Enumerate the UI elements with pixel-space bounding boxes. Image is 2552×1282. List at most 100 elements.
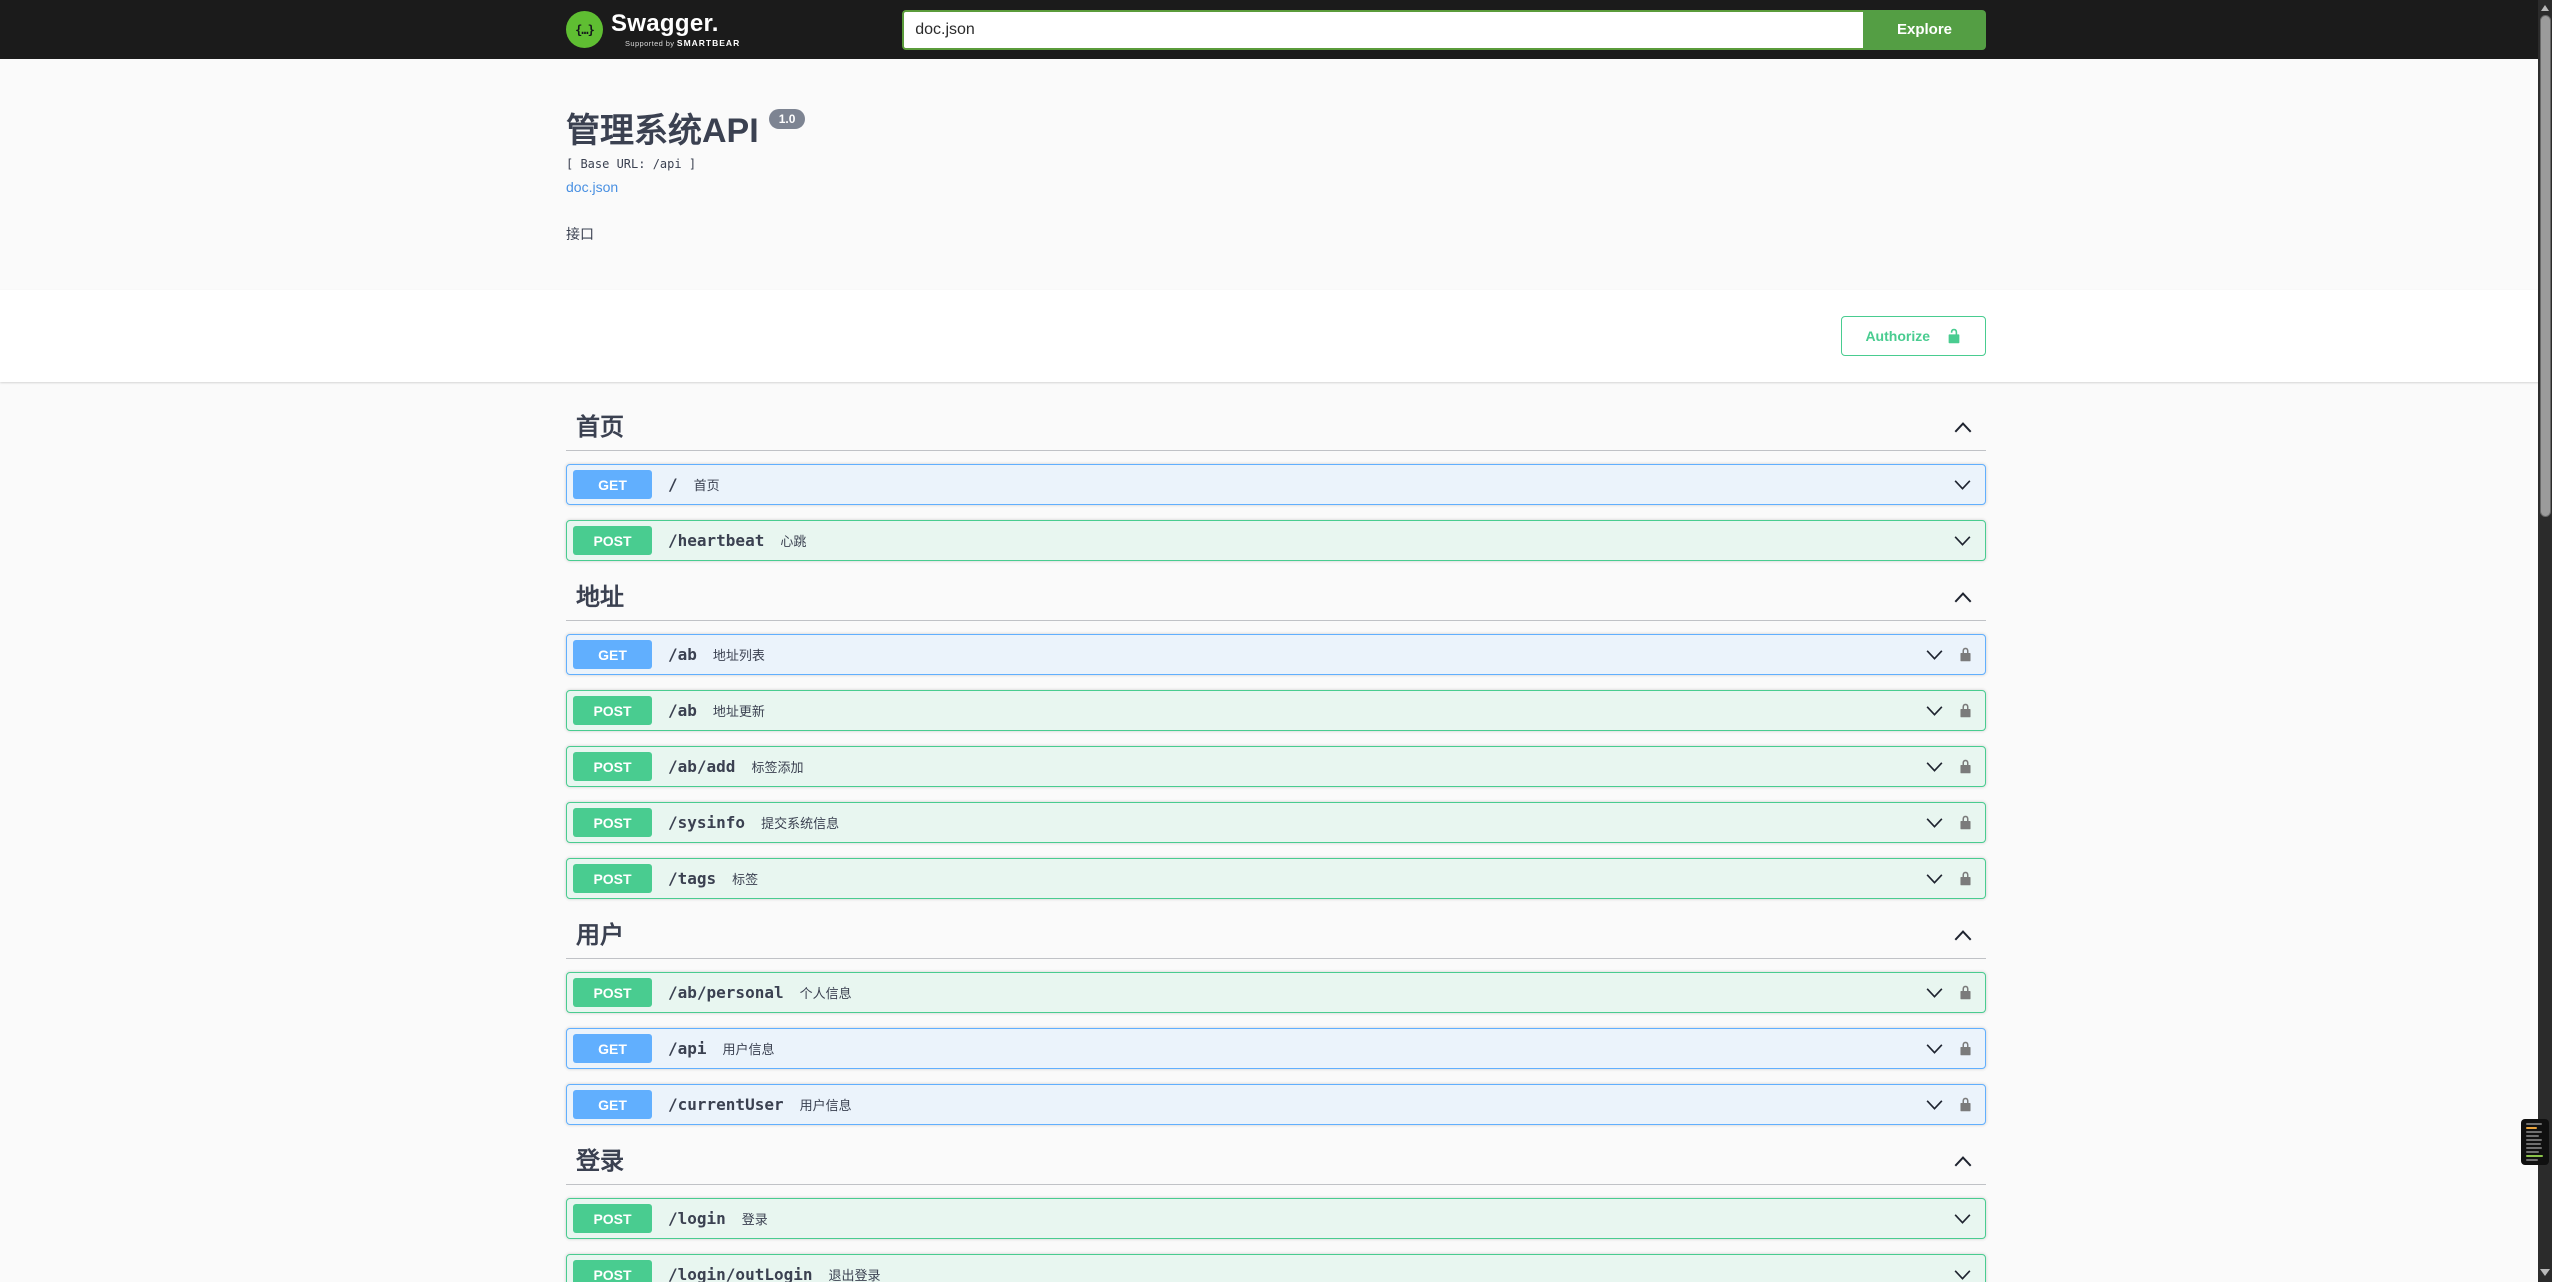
chevron-down-icon bbox=[1926, 818, 1943, 828]
scheme-container: Authorize bbox=[0, 290, 2552, 382]
operations-list: POST /ab/personal 个人信息 GET /api 用户信息 GET… bbox=[566, 959, 1986, 1125]
operation-path: / bbox=[668, 475, 678, 494]
operations-list: GET /ab 地址列表 POST /ab 地址更新 POST /ab/add … bbox=[566, 621, 1986, 899]
arrow-up-icon bbox=[2541, 5, 2549, 11]
lock-icon bbox=[1960, 985, 1971, 1000]
operation-row[interactable]: GET /ab 地址列表 bbox=[566, 634, 1986, 675]
operation-path: /login bbox=[668, 1209, 726, 1228]
spec-url-bar: Explore bbox=[902, 9, 1986, 50]
scroll-marker-overlay bbox=[2521, 1119, 2549, 1165]
page-title: 管理系统API 1.0 bbox=[566, 109, 1986, 151]
auth-lock-button[interactable] bbox=[1958, 757, 1973, 776]
tag-section: 地址 GET /ab 地址列表 POST /ab 地址更新 POST /ab/a… bbox=[566, 576, 1986, 899]
operation-row[interactable]: POST /login 登录 bbox=[566, 1198, 1986, 1239]
lock-icon bbox=[1960, 1097, 1971, 1112]
operation-summary: 个人信息 bbox=[799, 986, 852, 1001]
chevron-down-icon bbox=[1926, 874, 1943, 884]
chevron-down-icon bbox=[1926, 650, 1943, 660]
operation-summary: 用户信息 bbox=[722, 1042, 775, 1057]
operation-row[interactable]: POST /heartbeat 心跳 bbox=[566, 520, 1986, 561]
operation-row[interactable]: POST /ab/add 标签添加 bbox=[566, 746, 1986, 787]
operation-summary: 地址列表 bbox=[712, 648, 765, 663]
operation-row[interactable]: POST /ab 地址更新 bbox=[566, 690, 1986, 731]
lock-icon bbox=[1960, 759, 1971, 774]
api-info: 管理系统API 1.0 [ Base URL: /api ] doc.json … bbox=[546, 59, 2006, 290]
spec-url-input[interactable] bbox=[902, 9, 1863, 50]
spec-link[interactable]: doc.json bbox=[566, 179, 618, 195]
operation-path: /api bbox=[668, 1039, 707, 1058]
operation-summary: 标签添加 bbox=[751, 760, 804, 775]
operation-row[interactable]: POST /tags 标签 bbox=[566, 858, 1986, 899]
auth-lock-button[interactable] bbox=[1958, 645, 1973, 664]
authorize-button[interactable]: Authorize bbox=[1841, 316, 1986, 356]
method-badge: POST bbox=[573, 1204, 652, 1233]
operation-path: /ab/personal bbox=[668, 983, 784, 1002]
version-badge: 1.0 bbox=[768, 109, 806, 129]
lock-icon bbox=[1960, 647, 1971, 662]
chevron-down-icon bbox=[1954, 480, 1971, 490]
operation-summary: 退出登录 bbox=[828, 1268, 881, 1282]
auth-lock-button[interactable] bbox=[1958, 1095, 1973, 1114]
method-badge: POST bbox=[573, 526, 652, 555]
unlock-icon bbox=[1948, 328, 1960, 344]
tag-section: 首页 GET / 首页 POST /heartbeat 心跳 bbox=[566, 406, 1986, 561]
operation-summary: 首页 bbox=[693, 478, 720, 493]
chevron-down-icon bbox=[1954, 1214, 1971, 1224]
method-badge: GET bbox=[573, 1034, 652, 1063]
method-badge: POST bbox=[573, 978, 652, 1007]
auth-lock-button[interactable] bbox=[1958, 1039, 1973, 1058]
lock-icon bbox=[1960, 815, 1971, 830]
scrollbar-arrow-up[interactable] bbox=[2538, 0, 2552, 16]
auth-lock-button[interactable] bbox=[1958, 813, 1973, 832]
operation-row[interactable]: GET /api 用户信息 bbox=[566, 1028, 1986, 1069]
lock-icon bbox=[1960, 1041, 1971, 1056]
chevron-down-icon bbox=[1926, 762, 1943, 772]
operation-summary: 标签 bbox=[732, 872, 759, 887]
operation-path: /tags bbox=[668, 869, 717, 888]
tag-section: 登录 POST /login 登录 POST /login/outLogin 退… bbox=[566, 1140, 1986, 1282]
arrow-down-icon bbox=[2540, 1268, 2550, 1276]
tag-title: 登录 bbox=[576, 1148, 624, 1175]
method-badge: GET bbox=[573, 1090, 652, 1119]
operation-summary: 提交系统信息 bbox=[761, 816, 840, 831]
operation-path: /ab bbox=[668, 701, 697, 720]
operation-summary: 心跳 bbox=[780, 534, 807, 549]
method-badge: GET bbox=[573, 640, 652, 669]
chevron-down-icon bbox=[1926, 1044, 1943, 1054]
auth-lock-button[interactable] bbox=[1958, 983, 1973, 1002]
explore-button[interactable]: Explore bbox=[1863, 9, 1986, 50]
method-badge: POST bbox=[573, 808, 652, 837]
auth-lock-button[interactable] bbox=[1958, 869, 1973, 888]
chevron-up-icon bbox=[1954, 930, 1972, 941]
operation-row[interactable]: GET /currentUser 用户信息 bbox=[566, 1084, 1986, 1125]
brand-name: Swagger. bbox=[611, 9, 719, 37]
operation-summary: 登录 bbox=[741, 1212, 768, 1227]
operation-path: /login/outLogin bbox=[668, 1265, 813, 1282]
method-badge: POST bbox=[573, 864, 652, 893]
operation-path: /heartbeat bbox=[668, 531, 765, 550]
browser-scrollbar[interactable] bbox=[2538, 0, 2552, 1282]
chevron-up-icon bbox=[1954, 422, 1972, 433]
operation-row[interactable]: POST /sysinfo 提交系统信息 bbox=[566, 802, 1986, 843]
tag-section-header[interactable]: 用户 bbox=[566, 914, 1986, 959]
swagger-logo[interactable]: {…} Swagger. Supported by SMARTBEAR bbox=[566, 11, 740, 48]
tag-section-header[interactable]: 登录 bbox=[566, 1140, 1986, 1185]
operation-row[interactable]: GET / 首页 bbox=[566, 464, 1986, 505]
base-url: [ Base URL: /api ] bbox=[566, 157, 697, 171]
lock-icon bbox=[1960, 871, 1971, 886]
tag-sections: 首页 GET / 首页 POST /heartbeat 心跳 地址 GET /a… bbox=[546, 382, 2006, 1282]
operation-row[interactable]: POST /login/outLogin 退出登录 bbox=[566, 1254, 1986, 1282]
operation-path: /ab bbox=[668, 645, 697, 664]
scrollbar-arrow-down[interactable] bbox=[2538, 1264, 2552, 1280]
operation-path: /ab/add bbox=[668, 757, 736, 776]
tag-section-header[interactable]: 首页 bbox=[566, 406, 1986, 451]
operation-summary: 用户信息 bbox=[799, 1098, 852, 1113]
operation-row[interactable]: POST /ab/personal 个人信息 bbox=[566, 972, 1986, 1013]
scrollbar-thumb[interactable] bbox=[2539, 15, 2551, 517]
tag-section-header[interactable]: 地址 bbox=[566, 576, 1986, 621]
chevron-down-icon bbox=[1954, 1270, 1971, 1280]
operation-summary: 地址更新 bbox=[712, 704, 765, 719]
chevron-down-icon bbox=[1926, 988, 1943, 998]
chevron-down-icon bbox=[1954, 536, 1971, 546]
auth-lock-button[interactable] bbox=[1958, 701, 1973, 720]
